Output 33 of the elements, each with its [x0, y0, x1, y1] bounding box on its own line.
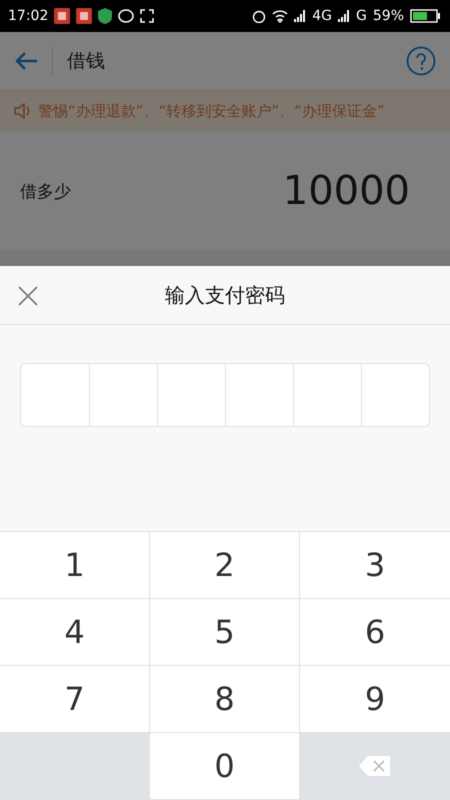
app-icon	[76, 8, 92, 24]
digit-key[interactable]: 5	[150, 599, 300, 666]
network-type: 4G	[312, 8, 332, 24]
help-icon[interactable]	[406, 46, 436, 76]
backspace-icon	[358, 755, 392, 777]
signal-icon	[294, 10, 306, 22]
battery-icon	[410, 9, 442, 23]
digit-key[interactable]: 8	[150, 666, 300, 733]
scan-icon	[140, 9, 154, 23]
digit-key[interactable]: 7	[0, 666, 150, 733]
digit-key[interactable]: 0	[150, 733, 300, 800]
network-type: G	[356, 8, 367, 24]
dialog-title: 输入支付密码	[165, 282, 285, 308]
warning-notice: 警惕“办理退款”、“转移到安全账户”、“办理保证金”	[38, 102, 385, 120]
shield-icon	[98, 8, 112, 24]
back-arrow-icon[interactable]	[14, 51, 38, 71]
wifi-icon	[272, 10, 288, 22]
amount-label: 借多少	[20, 180, 71, 202]
battery-percent: 59%	[372, 8, 404, 24]
password-field[interactable]	[20, 363, 430, 427]
amount-value: 10000	[282, 168, 410, 214]
digit-key[interactable]: 2	[150, 532, 300, 599]
digit-key[interactable]: 4	[0, 599, 150, 666]
clock-time: 17:02	[8, 8, 48, 24]
app-icon	[54, 8, 70, 24]
digit-key[interactable]: 9	[300, 666, 450, 733]
page-title: 借钱	[67, 49, 105, 74]
digit-key[interactable]: 1	[0, 532, 150, 599]
signal-icon	[338, 10, 350, 22]
digit-key[interactable]: 3	[300, 532, 450, 599]
digit-key[interactable]: 6	[300, 599, 450, 666]
close-button[interactable]	[16, 284, 40, 308]
speaker-icon	[14, 103, 32, 119]
